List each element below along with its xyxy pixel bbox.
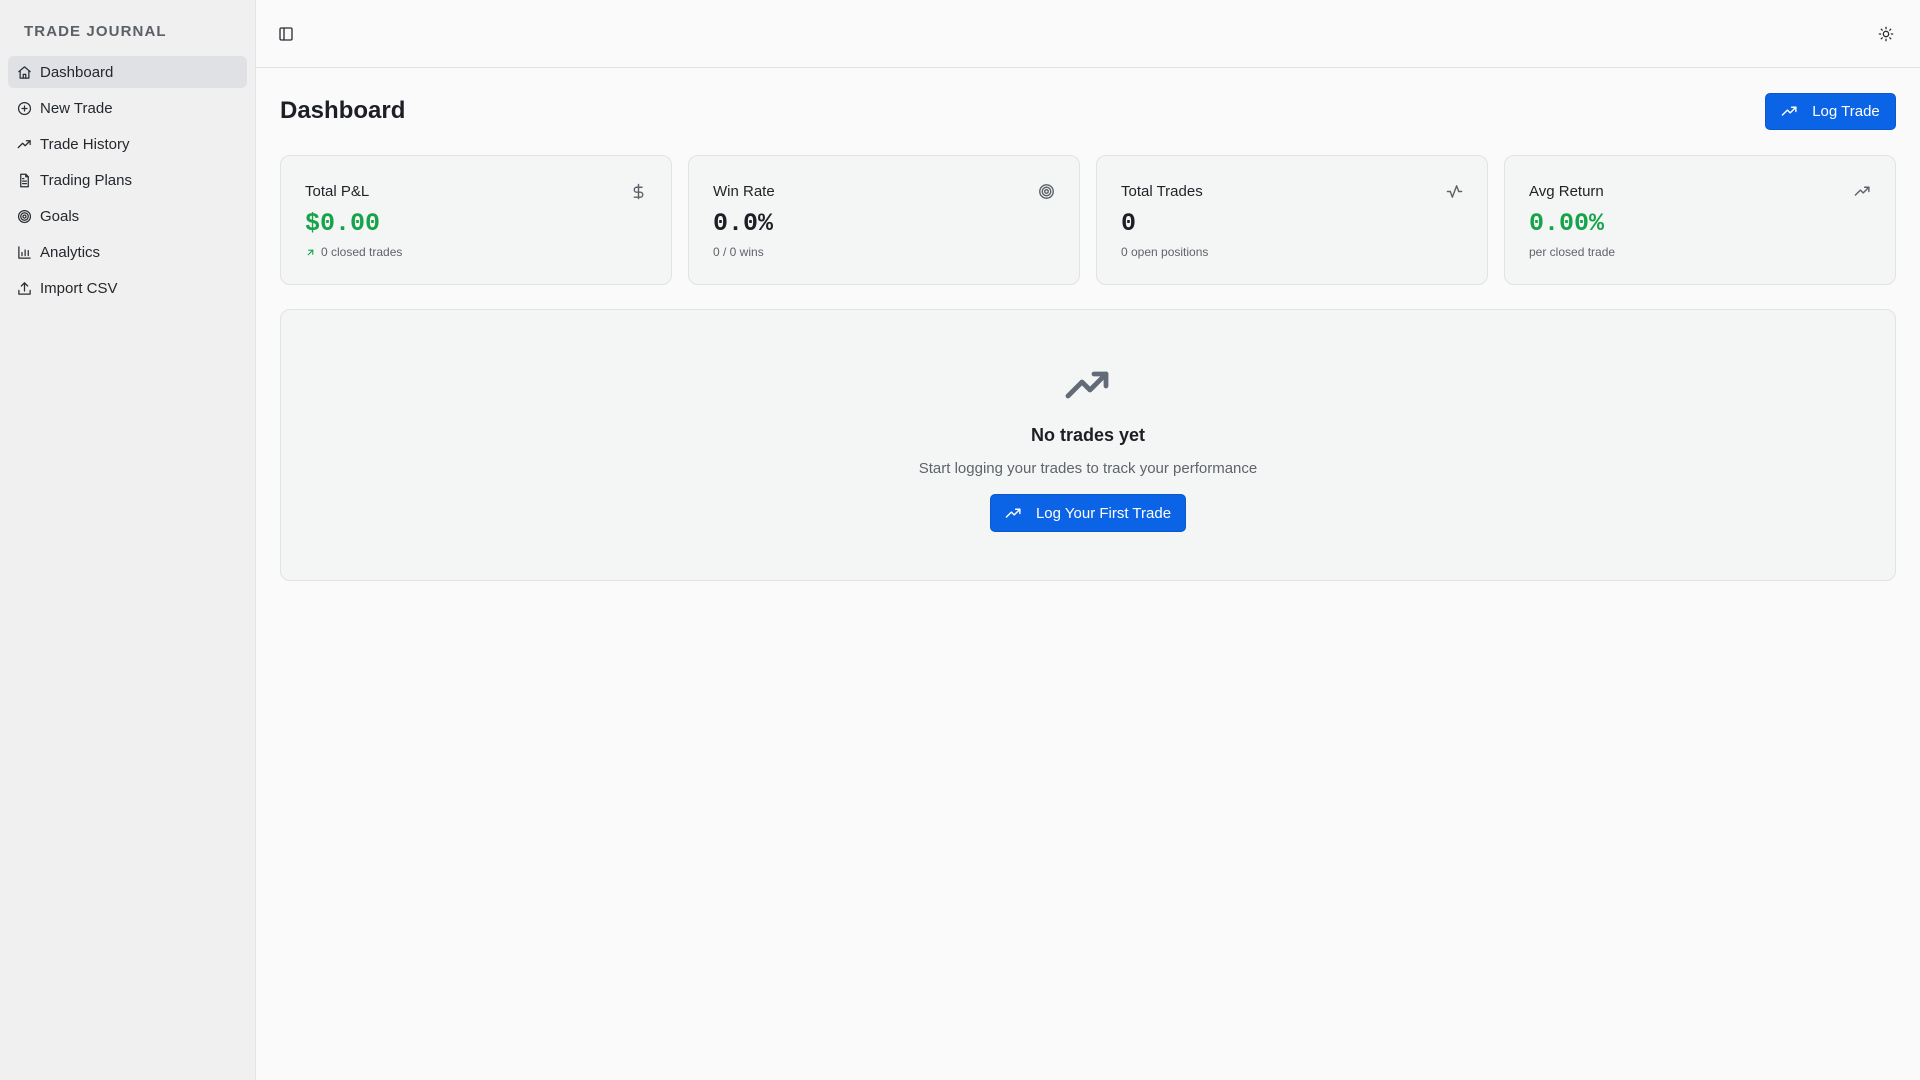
sidebar-item-trading-plans[interactable]: Trading Plans	[8, 164, 247, 196]
stat-card-total-trades: Total Trades 0 0 open positions	[1096, 155, 1488, 285]
stat-card-value: $0.00	[305, 209, 381, 238]
brand-title: TRADE JOURNAL	[24, 23, 167, 40]
log-trade-label: Log Trade	[1812, 103, 1880, 120]
sun-icon	[1878, 26, 1894, 42]
top-bar	[256, 0, 1920, 68]
stat-card-subtext: 0 open positions	[1121, 245, 1209, 259]
sidebar-item-new-trade[interactable]: New Trade	[8, 92, 247, 124]
log-first-trade-button[interactable]: Log Your First Trade	[990, 494, 1186, 532]
stat-card-subtext: 0 closed trades	[305, 245, 402, 259]
plus-circle-icon	[16, 100, 32, 116]
sidebar-item-import-csv[interactable]: Import CSV	[8, 272, 247, 304]
sidebar-item-label: Dashboard	[40, 63, 114, 81]
sidebar-toggle-button[interactable]	[272, 20, 300, 48]
stat-card-title: Total Trades	[1121, 183, 1203, 200]
sidebar-item-analytics[interactable]: Analytics	[8, 236, 247, 268]
sidebar-item-label: Goals	[40, 207, 80, 225]
file-text-icon	[16, 172, 32, 188]
stat-card-subtext-label: 0 closed trades	[321, 245, 403, 259]
page-title: Dashboard	[280, 97, 406, 124]
empty-state-title: No trades yet	[1030, 425, 1146, 445]
empty-state-panel: No trades yet Start logging your trades …	[280, 309, 1896, 581]
sidebar-toggle-icon	[278, 26, 294, 42]
empty-state-description: Start logging your trades to track your …	[918, 460, 1258, 477]
trending-up-icon	[1781, 103, 1812, 120]
sidebar-item-label: Import CSV	[40, 279, 118, 297]
stat-card-subtext: 0 / 0 wins	[713, 245, 764, 259]
bar-chart-icon	[16, 244, 32, 260]
sidebar-item-goals[interactable]: Goals	[8, 200, 247, 232]
stat-card-avg-return: Avg Return 0.00% per closed trade	[1504, 155, 1896, 285]
sidebar-nav: Dashboard New Trade Trade History Tradin…	[8, 56, 247, 308]
stat-card-value: 0	[1121, 209, 1137, 238]
stat-card-subtext: per closed trade	[1529, 245, 1616, 259]
sidebar: TRADE JOURNAL Dashboard New Trade Trade …	[0, 0, 256, 1080]
target-icon	[1037, 182, 1055, 200]
arrow-up-right-icon	[305, 247, 321, 258]
stat-card-total-pnl: Total P&L $0.00 0 closed trades	[280, 155, 672, 285]
sidebar-item-dashboard[interactable]: Dashboard	[8, 56, 247, 88]
upload-icon	[16, 280, 32, 296]
home-icon	[16, 64, 32, 80]
trending-up-icon	[1064, 362, 1112, 410]
stat-card-value: 0.00%	[1529, 209, 1605, 238]
trending-up-icon	[1853, 182, 1871, 200]
log-first-trade-label: Log Your First Trade	[1035, 504, 1172, 522]
sidebar-item-label: New Trade	[40, 99, 113, 117]
trending-up-icon	[16, 136, 32, 152]
trending-up-icon	[1005, 505, 1036, 522]
stat-card-title: Win Rate	[713, 183, 775, 200]
stat-card-value: 0.0%	[713, 209, 774, 238]
sidebar-item-label: Trading Plans	[40, 171, 132, 189]
activity-icon	[1445, 182, 1463, 200]
log-trade-button[interactable]: Log Trade	[1765, 93, 1896, 130]
stat-card-win-rate: Win Rate 0.0% 0 / 0 wins	[688, 155, 1080, 285]
theme-toggle-button[interactable]	[1872, 20, 1900, 48]
dollar-icon	[629, 182, 647, 200]
sidebar-item-label: Trade History	[40, 135, 130, 153]
sidebar-item-label: Analytics	[40, 243, 101, 261]
stat-card-title: Avg Return	[1529, 183, 1604, 200]
stat-card-title: Total P&L	[305, 183, 370, 200]
target-icon	[16, 208, 32, 224]
sidebar-item-trade-history[interactable]: Trade History	[8, 128, 247, 160]
